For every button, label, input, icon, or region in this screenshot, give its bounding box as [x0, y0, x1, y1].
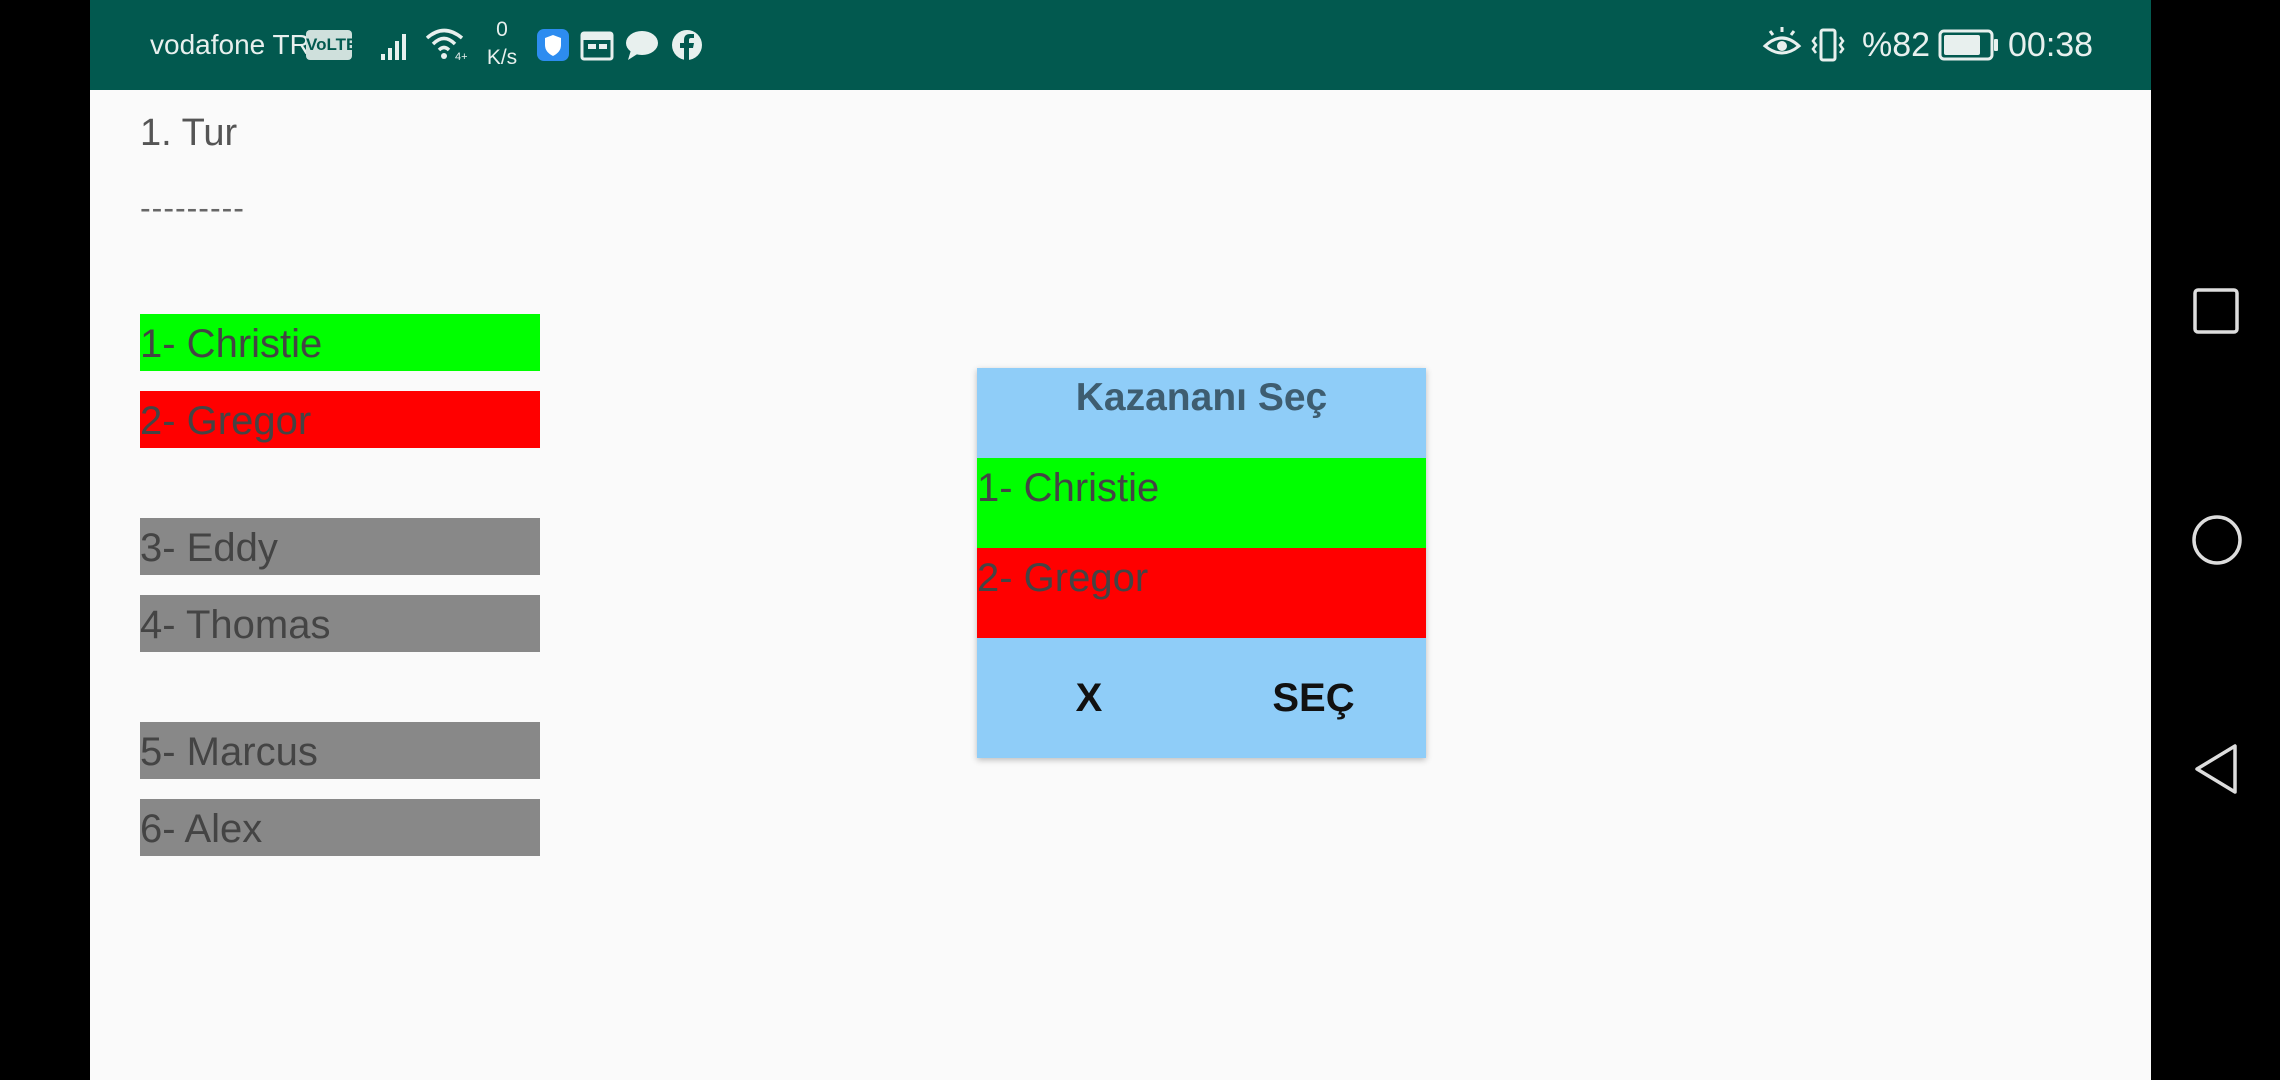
wifi-icon: 4+ [424, 24, 468, 69]
select-button[interactable]: SEÇ [1201, 638, 1426, 758]
shield-icon [536, 28, 570, 67]
dialog-title: Kazananı Seç [1075, 376, 1328, 419]
carrier-name: vodafone TR [150, 29, 310, 60]
player-item-marcus[interactable]: 5- Marcus [140, 722, 540, 779]
volte-badge: VoLTE [306, 30, 357, 60]
facebook-icon [670, 28, 704, 67]
player-item-alex[interactable]: 6- Alex [140, 799, 540, 856]
network-speed: 0 K/s [482, 16, 522, 72]
network-speed-value: 0 [496, 18, 508, 41]
cancel-button[interactable]: X [977, 638, 1201, 758]
svg-text:4+: 4+ [455, 51, 468, 63]
dialog-option-christie[interactable]: 1- Christie [977, 458, 1426, 548]
battery-percent: %82 [1862, 26, 1931, 64]
status-bar: vodafone TR VoLTE 4+ 0 K/s %82 00:38 [90, 0, 2151, 90]
network-speed-unit: K/s [486, 46, 518, 69]
message-bubble-icon [624, 28, 660, 67]
back-triangle-icon[interactable] [2191, 742, 2243, 801]
player-item-eddy[interactable]: 3- Eddy [140, 518, 540, 575]
eye-comfort-icon [1762, 26, 1802, 69]
app-screen: vodafone TR VoLTE 4+ 0 K/s %82 00:38 1. … [90, 0, 2151, 1080]
home-circle-icon[interactable] [2191, 514, 2243, 571]
clock: 00:38 [2008, 26, 2094, 64]
dialog-option-gregor[interactable]: 2- Gregor [977, 548, 1426, 638]
signal-icon [380, 28, 414, 67]
recents-square-icon[interactable] [2191, 286, 2241, 341]
battery-icon [1938, 29, 2000, 66]
player-item-christie[interactable]: 1- Christie [140, 314, 540, 371]
separator-line: --------- [140, 190, 245, 226]
player-item-thomas[interactable]: 4- Thomas [140, 595, 540, 652]
winner-select-dialog: Kazananı Seç 1- Christie 2- Gregor X SEÇ [977, 368, 1426, 758]
calendar-icon [580, 28, 614, 67]
round-title: 1. Tur [140, 112, 238, 154]
player-item-gregor[interactable]: 2- Gregor [140, 391, 540, 448]
vibrate-icon [1810, 27, 1846, 68]
navigation-bar [2151, 0, 2280, 1080]
